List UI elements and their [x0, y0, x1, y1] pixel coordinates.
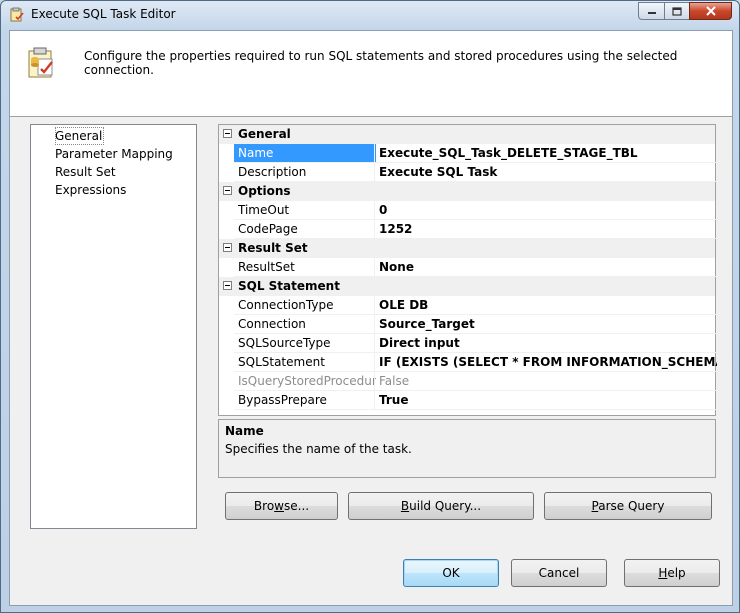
- nav-item-expressions[interactable]: Expressions: [55, 181, 128, 199]
- category-general[interactable]: General: [219, 125, 715, 144]
- property-row-sqlstatement[interactable]: SQLStatement IF (EXISTS (SELECT * FROM I…: [219, 353, 717, 372]
- collapse-icon[interactable]: [223, 186, 232, 195]
- property-name-label[interactable]: Name: [234, 144, 376, 163]
- property-row-codepage[interactable]: CodePage 1252: [219, 220, 717, 239]
- help-label-after: elp: [667, 566, 686, 580]
- maximize-icon: [672, 6, 682, 16]
- property-resultset-label[interactable]: ResultSet: [234, 258, 376, 277]
- property-isquerystoredprocedure-value: False: [374, 372, 717, 391]
- property-row-sqlsourcetype[interactable]: SQLSourceType Direct input: [219, 334, 717, 353]
- property-row-timeout[interactable]: TimeOut 0: [219, 201, 717, 220]
- property-row-resultset[interactable]: ResultSet None: [219, 258, 717, 277]
- header-description: Configure the properties required to run…: [84, 49, 678, 77]
- execute-sql-task-icon: [28, 47, 53, 78]
- browse-mnemonic: w: [274, 499, 284, 513]
- parse-query-button[interactable]: Parse Query: [544, 492, 712, 520]
- property-row-connection[interactable]: Connection Source_Target: [219, 315, 717, 334]
- window-title: Execute SQL Task Editor: [31, 7, 176, 21]
- build-query-label-after: uild Query...: [409, 499, 482, 513]
- property-description-value[interactable]: Execute SQL Task: [374, 163, 717, 182]
- property-row-isquerystoredprocedure[interactable]: IsQueryStoredProcedure False: [219, 372, 717, 391]
- category-label: Result Set: [238, 241, 308, 255]
- property-connectiontype-label[interactable]: ConnectionType: [234, 296, 376, 315]
- description-title: Name: [225, 424, 264, 438]
- category-result-set[interactable]: Result Set: [219, 239, 715, 258]
- property-bypassprepare-label[interactable]: BypassPrepare: [234, 391, 376, 410]
- ok-button[interactable]: OK: [403, 559, 499, 587]
- dialog-client: Configure the properties required to run…: [9, 30, 733, 606]
- caption-buttons: [638, 2, 732, 21]
- property-sqlsourcetype-label[interactable]: SQLSourceType: [234, 334, 376, 353]
- property-sqlstatement-value[interactable]: IF (EXISTS (SELECT * FROM INFORMATION_SC…: [374, 353, 717, 372]
- property-row-connectiontype[interactable]: ConnectionType OLE DB: [219, 296, 717, 315]
- property-codepage-label[interactable]: CodePage: [234, 220, 376, 239]
- category-label: SQL Statement: [238, 279, 340, 293]
- property-name-value[interactable]: Execute_SQL_Task_DELETE_STAGE_TBL: [374, 144, 717, 163]
- property-row-description[interactable]: Description Execute SQL Task: [219, 163, 717, 182]
- property-timeout-value[interactable]: 0: [374, 201, 717, 220]
- property-isquerystoredprocedure-label[interactable]: IsQueryStoredProcedure: [234, 372, 376, 391]
- category-sql-statement[interactable]: SQL Statement: [219, 277, 715, 296]
- task-editor-icon: [10, 7, 24, 22]
- property-row-bypassprepare[interactable]: BypassPrepare True: [219, 391, 717, 410]
- collapse-icon[interactable]: [223, 281, 232, 290]
- collapse-icon[interactable]: [223, 129, 232, 138]
- property-connectiontype-value[interactable]: OLE DB: [374, 296, 717, 315]
- nav-item-parameter-mapping[interactable]: Parameter Mapping: [55, 145, 175, 163]
- cancel-button[interactable]: Cancel: [511, 559, 607, 587]
- property-grid[interactable]: General Name Execute_SQL_Task_DELETE_STA…: [218, 124, 717, 416]
- maximize-button[interactable]: [664, 2, 689, 20]
- page-navigation-list[interactable]: General Parameter Mapping Result Set Exp…: [30, 124, 197, 529]
- close-button[interactable]: [689, 2, 732, 20]
- build-query-button[interactable]: Build Query...: [348, 492, 534, 520]
- description-text: Specifies the name of the task.: [225, 442, 412, 456]
- dialog-header: Configure the properties required to run…: [10, 31, 732, 117]
- property-resultset-value[interactable]: None: [374, 258, 717, 277]
- property-description-label[interactable]: Description: [234, 163, 376, 182]
- parse-query-label-after: arse Query: [598, 499, 665, 513]
- dialog-window: Execute SQL Task Editor Configure the pr…: [0, 0, 740, 613]
- browse-label-before: Bro: [253, 499, 275, 513]
- property-description-panel: Name Specifies the name of the task.: [218, 419, 716, 478]
- close-icon: [705, 6, 716, 16]
- minimize-button[interactable]: [638, 2, 664, 20]
- property-sqlstatement-label[interactable]: SQLStatement: [234, 353, 376, 372]
- help-mnemonic: H: [658, 566, 668, 580]
- help-button[interactable]: Help: [624, 559, 720, 587]
- browse-button[interactable]: Browse...: [225, 492, 338, 520]
- nav-item-result-set[interactable]: Result Set: [55, 163, 118, 181]
- property-sqlsourcetype-value[interactable]: Direct input: [374, 334, 717, 353]
- property-timeout-label[interactable]: TimeOut: [234, 201, 376, 220]
- collapse-icon[interactable]: [223, 243, 232, 252]
- minimize-icon: [647, 12, 656, 14]
- nav-item-general[interactable]: General: [55, 127, 105, 145]
- property-bypassprepare-value[interactable]: True: [374, 391, 717, 410]
- build-query-mnemonic: B: [400, 499, 410, 513]
- property-row-name[interactable]: Name Execute_SQL_Task_DELETE_STAGE_TBL: [219, 144, 717, 163]
- property-codepage-value[interactable]: 1252: [374, 220, 717, 239]
- title-bar[interactable]: Execute SQL Task Editor: [1, 1, 739, 27]
- category-label: General: [238, 127, 291, 141]
- property-connection-label[interactable]: Connection: [234, 315, 376, 334]
- category-label: Options: [238, 184, 291, 198]
- property-connection-value[interactable]: Source_Target: [374, 315, 717, 334]
- browse-label-after: se...: [284, 499, 310, 513]
- category-options[interactable]: Options: [219, 182, 715, 201]
